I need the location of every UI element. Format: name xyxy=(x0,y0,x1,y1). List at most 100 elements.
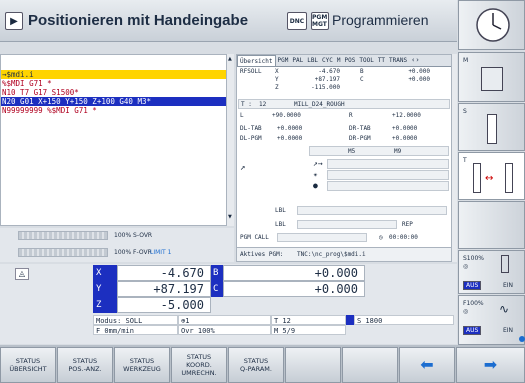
axis-value-c: +0.000 xyxy=(223,281,365,297)
m-function-status: M 5/9 xyxy=(271,325,346,335)
feed-override-side-panel: F100% ◎ ∿ AUS EIN xyxy=(458,295,525,345)
spindle-tool-icon xyxy=(487,114,497,144)
clock-panel xyxy=(458,0,525,50)
tab-overview[interactable]: Übersicht xyxy=(237,55,276,66)
status-coord-row: Y +87.197 C +0.000 xyxy=(275,76,430,83)
program-line[interactable]: N99999999 %$MDI G71 * xyxy=(1,106,233,115)
status-pane: Übersicht PGM PAL LBL CYC M POS TOOL TT … xyxy=(236,54,452,262)
program-line[interactable]: N10 T7 G17 S1500* xyxy=(1,88,233,97)
status-field xyxy=(327,181,449,191)
tab-trans[interactable]: TRANS xyxy=(387,55,409,66)
tab-pos[interactable]: POS xyxy=(343,55,358,66)
tool-name: MILL_D24_ROUGH xyxy=(294,101,345,108)
spindle-speed: S 1800 xyxy=(354,315,454,325)
softkey-status-tool[interactable]: STATUS WERKZEUG xyxy=(114,347,170,383)
modus-label: Modus: SOLL xyxy=(93,315,178,325)
datum-icon: ⊕1 xyxy=(178,315,271,325)
tab-pal[interactable]: PAL xyxy=(290,55,305,66)
softkey-empty[interactable] xyxy=(285,347,341,383)
lbl-field xyxy=(297,220,397,229)
rotation-icon: ↗→ xyxy=(313,159,323,168)
feed-wave-icon: ∿ xyxy=(499,302,510,316)
side-key-empty[interactable] xyxy=(458,201,525,249)
tool-right-icon xyxy=(505,163,513,193)
program-scrollbar[interactable]: ▲ ▼ xyxy=(226,54,234,226)
axis-row-x: X -4.670 B +0.000 xyxy=(93,265,365,281)
softkey-status-overview[interactable]: STATUS ÜBERSICHT xyxy=(0,347,56,383)
feed-dial-icon: ◎ xyxy=(463,308,469,315)
mode-title: Programmieren xyxy=(332,12,429,28)
scroll-up-icon[interactable]: ▲ xyxy=(228,56,233,62)
tab-lbl[interactable]: LBL xyxy=(305,55,320,66)
spindle-small-icon xyxy=(501,255,509,273)
status-tabs: Übersicht PGM PAL LBL CYC M POS TOOL TT … xyxy=(237,55,451,67)
header-bar: ▶ Positionieren mit Handeingabe DNC PGM … xyxy=(0,0,457,42)
position-display: ◬ X -4.670 B +0.000 Y +87.197 C +0.000 Z… xyxy=(0,264,457,344)
tab-tool[interactable]: TOOL xyxy=(357,55,375,66)
spindle-override-panel: S100% ◎ AUS EIN xyxy=(458,250,525,294)
tab-scroll-icon[interactable]: ‹› xyxy=(409,55,421,66)
tab-pgm[interactable]: PGM xyxy=(276,55,291,66)
status-coords: X -4.670 B +0.000 Y +87.197 C +0.000 Z -… xyxy=(275,68,449,92)
active-pgm-label: Aktives PGM: xyxy=(240,251,284,258)
tab-m[interactable]: M xyxy=(335,55,343,66)
m9-label: M9 xyxy=(394,148,402,155)
feed-override-bar xyxy=(18,248,108,257)
override-panel: 100% S-OVR 100% F-OVR LIMIT 1 xyxy=(0,228,234,262)
pgm-call-label: PGM CALL xyxy=(240,234,269,241)
status-scrollbar[interactable] xyxy=(452,54,457,262)
program-line-selected[interactable]: N20 G01 X+150 Y+150 Z+100 G40 M3* xyxy=(1,97,233,106)
feed-aus-button[interactable]: AUS xyxy=(463,326,482,335)
run-time: 00:00:00 xyxy=(389,234,418,241)
tab-cyc[interactable]: CYC xyxy=(320,55,335,66)
machine-table-icon xyxy=(481,67,503,91)
override-status: Ovr 100% xyxy=(178,325,271,335)
rfsoll-label: RFSOLL xyxy=(240,68,262,75)
program-line[interactable]: →$mdi.i xyxy=(1,70,233,79)
program-line[interactable]: %$MDI G71 * xyxy=(1,79,233,88)
side-key-t[interactable]: T ↔ xyxy=(458,152,525,200)
axis-row-z: Z -5.000 xyxy=(93,297,365,313)
pgm-mgt-button[interactable]: PGM MGT xyxy=(311,12,329,30)
softkey-status-coord-transform[interactable]: STATUS KOORD. UMRECHN. xyxy=(171,347,227,383)
clock-icon xyxy=(476,8,510,42)
softkey-forward-arrow-icon[interactable]: ➡ xyxy=(456,347,525,383)
axis-value-y: +87.197 xyxy=(117,281,211,297)
softkey-empty[interactable] xyxy=(342,347,398,383)
softkey-back-arrow-icon[interactable]: ⬅ xyxy=(399,347,455,383)
axis-value-x: -4.670 xyxy=(117,265,211,281)
spindle-ein-button[interactable]: EIN xyxy=(503,282,513,289)
dnc-button[interactable]: DNC xyxy=(287,12,307,30)
tool-status: T 12 xyxy=(271,315,346,325)
active-pgm-path: TNC:\nc_prog\$mdi.i xyxy=(297,251,366,258)
feed-override-label: 100% F-OVR xyxy=(114,249,152,256)
spindle-aus-button[interactable]: AUS xyxy=(463,281,482,290)
spindle-override-label: 100% S-OVR xyxy=(114,232,153,239)
axis-value-z: -5.000 xyxy=(117,297,211,313)
lbl-label: LBL xyxy=(275,207,286,214)
active-pgm-row: Aktives PGM: TNC:\nc_prog\$mdi.i xyxy=(237,247,451,261)
side-key-m[interactable]: M xyxy=(458,52,525,102)
softkey-status-q-param[interactable]: STATUS Q-PARAM. xyxy=(228,347,284,383)
position-mode-icon[interactable]: ◬ xyxy=(15,268,29,280)
timer-icon: ◷ xyxy=(379,234,383,241)
tool-number: 12 xyxy=(259,101,267,108)
program-pane[interactable]: →$mdi.i %$MDI G71 * N10 T7 G17 S1500* N2… xyxy=(0,54,234,226)
tab-tt[interactable]: TT xyxy=(376,55,387,66)
lbl-label: LBL xyxy=(275,221,286,228)
status-coord-row: X -4.670 B +0.000 xyxy=(275,68,430,75)
probe-icon: ↗ xyxy=(240,163,246,173)
spindle-override-bar xyxy=(18,231,108,240)
softkey-status-position[interactable]: STATUS POS.-ANZ. xyxy=(57,347,113,383)
tool-radius: +12.0000 xyxy=(392,112,421,119)
scroll-down-icon[interactable]: ▼ xyxy=(228,214,233,220)
tool-left-icon xyxy=(473,163,481,193)
side-key-s[interactable]: S xyxy=(458,103,525,151)
m5-label: M5 xyxy=(348,148,356,155)
tool-change-arrow-icon: ↔ xyxy=(485,173,494,184)
mode-icon: ▶ xyxy=(5,12,23,30)
feed-ein-button[interactable]: EIN xyxy=(503,327,513,334)
axis-table: X -4.670 B +0.000 Y +87.197 C +0.000 Z -… xyxy=(93,265,365,313)
feed-status: F 0mm/min xyxy=(93,325,178,335)
page-title: Positionieren mit Handeingabe xyxy=(28,12,249,29)
